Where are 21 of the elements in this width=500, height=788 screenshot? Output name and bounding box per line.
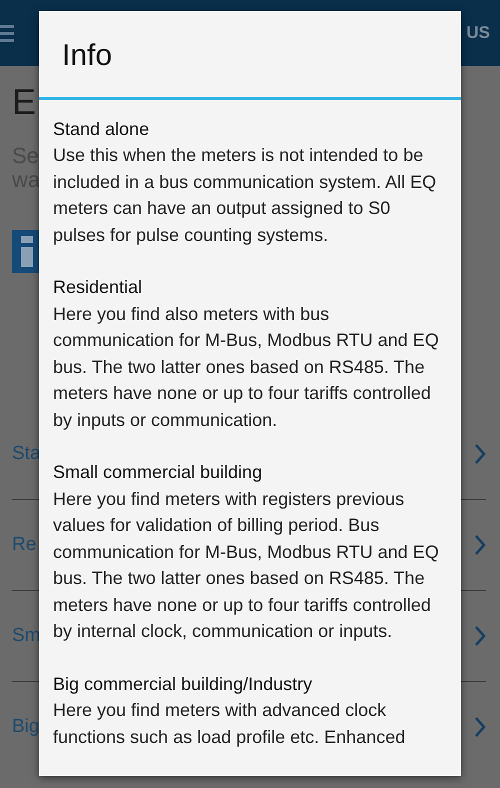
section-text: Here you find meters with registers previous values for validation of billing period. Bus communication for M-Bus, Modbus RTU and EQ bus. The two latter ones based on RS485. The meters have none or up to four tariffs controlled by internal clock, communication or inputs. bbox=[53, 488, 440, 643]
menu-icon[interactable] bbox=[0, 23, 14, 43]
page-title: E bbox=[12, 82, 38, 122]
section-heading: Residential bbox=[53, 276, 144, 299]
list-item[interactable]: Sm bbox=[12, 625, 40, 647]
chevron-right-icon bbox=[474, 534, 486, 556]
list-item[interactable]: Big bbox=[12, 716, 40, 738]
chevron-right-icon bbox=[474, 716, 486, 738]
list-item[interactable]: Re bbox=[12, 534, 36, 556]
app-bar-action[interactable]: US bbox=[466, 23, 490, 43]
section-text: Here you find also meters with bus communication for M-Bus, Modbus RTU and EQ bus. The two latter ones based on RS485. The meters have none or up to four tariffs controlled by inputs or communication. bbox=[53, 302, 440, 432]
section-heading: Stand alone bbox=[53, 118, 150, 140]
section-heading: Small commercial building bbox=[53, 461, 264, 484]
dialog-title: Info bbox=[61, 38, 114, 74]
section-text: Use this when the meters is not intended to be included in a bus communication system. All EQ meters can have an output assigned to S0 pulses for pulse counting systems. bbox=[53, 144, 438, 247]
info-icon bbox=[12, 230, 39, 273]
section-text: Here you find meters with advanced clock functions such as load profile etc. Enhanced bbox=[53, 699, 406, 749]
list-item[interactable]: Sta bbox=[12, 443, 41, 465]
section-heading: Big commercial building/Industry bbox=[53, 672, 314, 696]
chevron-right-icon bbox=[474, 625, 486, 647]
chevron-right-icon bbox=[474, 443, 486, 465]
